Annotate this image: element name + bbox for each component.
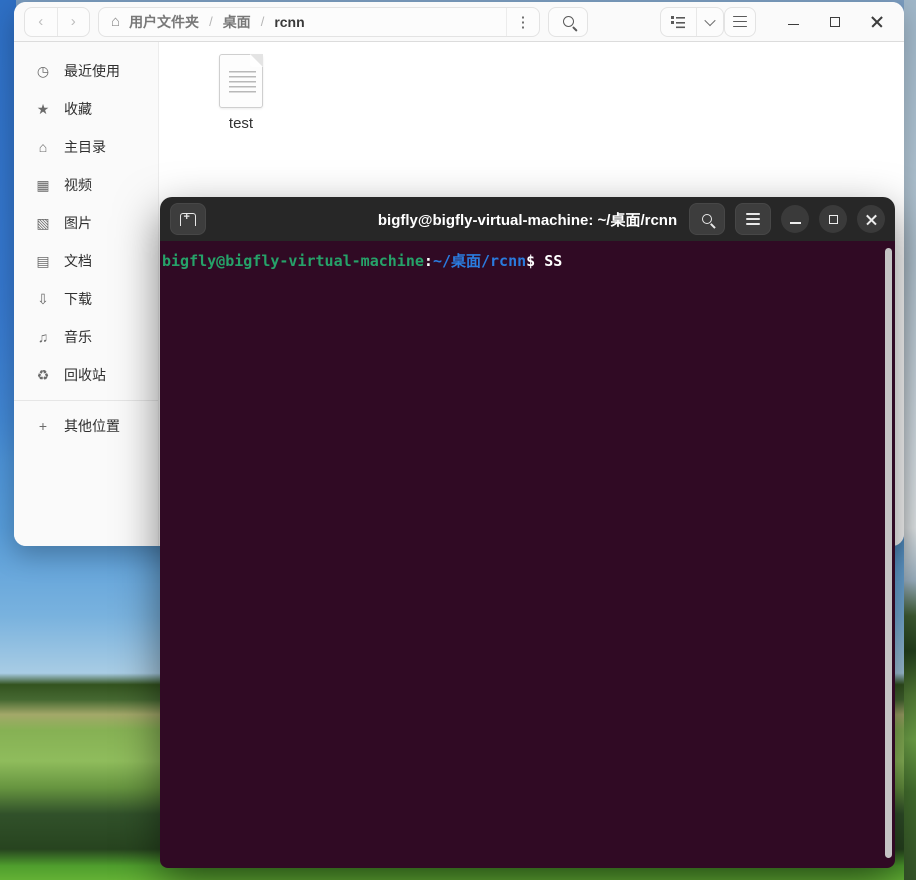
list-view-icon [671,15,686,28]
new-tab-button[interactable] [170,203,206,235]
terminal-header-actions [689,203,885,235]
file-item-test[interactable]: test [203,54,279,132]
view-options-button[interactable] [697,8,723,36]
files-sidebar: ◷ 最近使用 ★ 收藏 ⌂ 主目录 ▦ 视频 ▧ 图片 ▤ 文档 ⇩ 下载 ♫ … [14,42,159,546]
hamburger-icon [746,213,760,224]
wallpaper-sky-right [904,0,916,880]
forward-button[interactable]: › [57,8,89,36]
download-icon: ⇩ [37,290,49,307]
terminal-search-button[interactable] [689,203,725,235]
terminal-close-button[interactable] [857,205,885,233]
terminal-maximize-button[interactable] [819,205,847,233]
close-button[interactable] [870,15,884,29]
trash-icon: ♻ [36,366,50,383]
sidebar-item-label: 收藏 [64,101,92,117]
search-icon [702,214,712,224]
chevron-left-icon: ‹ [38,13,44,30]
clock-icon: ◷ [36,62,50,79]
sidebar-item-music[interactable]: ♫ 音乐 [14,318,158,356]
prompt-path: ~/桌面/rcnn [432,252,527,270]
sidebar-item-label: 其他位置 [64,418,120,434]
breadcrumb-separator: / [260,14,265,29]
new-tab-icon [180,211,196,226]
back-button[interactable]: ‹ [25,8,57,36]
sidebar-item-label: 文档 [64,253,92,269]
sidebar-item-label: 回收站 [64,367,106,383]
main-menu-button[interactable] [724,6,756,37]
breadcrumb-current-folder[interactable]: rcnn [274,14,304,30]
nav-button-group: ‹ › [24,6,90,37]
sidebar-item-recent[interactable]: ◷ 最近使用 [14,52,158,90]
film-icon: ▦ [36,176,50,193]
close-icon [866,214,877,225]
terminal-minimize-button[interactable] [781,205,809,233]
star-icon: ★ [36,100,50,117]
sidebar-item-label: 最近使用 [64,63,120,79]
sidebar-item-pictures[interactable]: ▧ 图片 [14,204,158,242]
files-headerbar: ‹ › ⌂ 用户文件夹 / 桌面 / rcnn ⋮ [14,2,904,42]
prompt-user-host: bigfly@bigfly-virtual-machine [162,252,424,270]
minimize-button[interactable] [786,15,800,29]
sidebar-item-videos[interactable]: ▦ 视频 [14,166,158,204]
breadcrumb-bar[interactable]: ⌂ 用户文件夹 / 桌面 / rcnn ⋮ [98,6,540,37]
sidebar-item-label: 下载 [64,291,92,307]
prompt-colon: : [423,252,433,270]
sidebar-item-label: 主目录 [64,139,106,155]
command-text: SS [535,252,563,270]
terminal-prompt-line: bigfly@bigfly-virtual-machine:~/桌面/rcnn$… [162,250,881,271]
home-icon: ⌂ [38,139,48,155]
music-note-icon: ♫ [37,329,49,345]
file-label: test [228,115,254,132]
sidebar-item-label: 图片 [64,215,92,231]
maximize-button[interactable] [828,15,842,29]
home-icon: ⌂ [111,13,121,30]
minimize-icon [789,222,801,224]
terminal-window: bigfly@bigfly-virtual-machine: ~/桌面/rcnn [160,197,895,868]
sidebar-item-starred[interactable]: ★ 收藏 [14,90,158,128]
sidebar-item-other-locations[interactable]: + 其他位置 [14,407,158,445]
sidebar-item-home[interactable]: ⌂ 主目录 [14,128,158,166]
close-icon [871,16,883,28]
document-icon: ▤ [36,252,50,269]
files-window-controls [786,15,884,29]
chevron-down-icon [704,14,716,26]
chevron-right-icon: › [70,13,76,30]
sidebar-item-label: 音乐 [64,329,92,345]
terminal-menu-button[interactable] [735,203,771,235]
breadcrumb-home-folder[interactable]: 用户文件夹 [129,12,199,32]
text-file-icon [219,54,263,108]
maximize-icon [828,214,838,224]
minimize-icon [787,23,799,26]
terminal-headerbar: bigfly@bigfly-virtual-machine: ~/桌面/rcnn [160,197,895,241]
terminal-scrollbar[interactable] [885,248,892,858]
search-icon [562,16,574,27]
sidebar-item-documents[interactable]: ▤ 文档 [14,242,158,280]
search-button[interactable] [548,6,588,37]
plus-icon: + [38,418,48,434]
kebab-icon: ⋮ [515,13,531,31]
view-toggle-group [660,6,724,37]
breadcrumb-desktop[interactable]: 桌面 [223,12,251,32]
prompt-dollar: $ [526,252,536,270]
list-view-button[interactable] [661,8,696,36]
desktop: ‹ › ⌂ 用户文件夹 / 桌面 / rcnn ⋮ ◷ 最近使用 ★ 收藏 ⌂ … [0,0,916,880]
terminal-body[interactable]: bigfly@bigfly-virtual-machine:~/桌面/rcnn$… [160,241,895,868]
sidebar-item-trash[interactable]: ♻ 回收站 [14,356,158,394]
breadcrumb-separator: / [209,14,213,29]
maximize-icon [830,16,840,27]
sidebar-item-label: 视频 [64,177,92,193]
sidebar-item-downloads[interactable]: ⇩ 下载 [14,280,158,318]
picture-icon: ▧ [36,214,50,231]
sidebar-separator [14,400,158,401]
hamburger-icon [733,16,747,26]
path-options-button[interactable]: ⋮ [507,8,539,36]
